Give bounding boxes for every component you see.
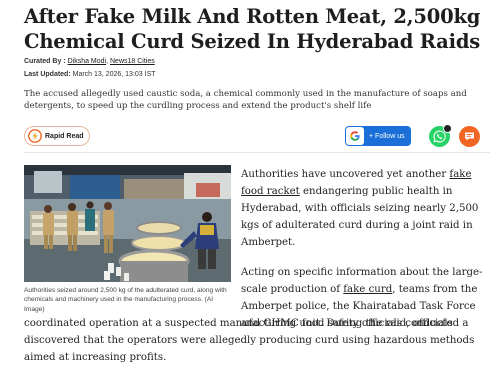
curated-label: Curated By : [24, 58, 66, 65]
google-icon [346, 127, 364, 145]
author-link[interactable]: Diksha Modi [68, 58, 107, 65]
last-updated: Last Updated: March 13, 2026, 13:03 IST [24, 71, 156, 78]
headline-line-2: Chemical Curd Seized In Hyderabad Raids [24, 30, 481, 53]
rapid-read-label: Rapid Read [45, 132, 84, 140]
google-follow-button[interactable]: + Follow us [345, 126, 411, 146]
share-badge-icon [443, 124, 452, 133]
image-caption: Authorities seized around 2,500 kg of th… [24, 287, 227, 313]
byline: Curated By : Diksha Modi, News18 Cities [24, 58, 155, 65]
article-summary: The accused allegedly used caustic soda,… [24, 89, 467, 112]
publisher-link[interactable]: News18 Cities [110, 58, 155, 65]
updated-date: March 13, 2026, 13:03 IST [72, 71, 156, 78]
comments-button[interactable] [459, 126, 480, 147]
comment-icon [465, 132, 474, 141]
divider [24, 152, 490, 153]
article-headline: After Fake Milk And Rotten Meat, 2,500kg… [24, 4, 494, 54]
body-paragraph-2-continued: coordinated operation at a suspected man… [24, 318, 475, 363]
p1-text-start: Authorities have uncovered yet another [241, 169, 450, 180]
author-separator: , [106, 58, 109, 65]
rapid-read-icon [28, 129, 42, 143]
headline-line-1: After Fake Milk And Rotten Meat, 2,500kg [24, 5, 481, 28]
updated-label: Last Updated: [24, 71, 71, 78]
article-image[interactable] [24, 165, 231, 282]
follow-label: + Follow us [369, 132, 405, 140]
body-paragraph-1: Authorities have uncovered yet another f… [241, 166, 491, 251]
fake-curd-link[interactable]: fake curd [343, 284, 392, 295]
rapid-read-button[interactable]: Rapid Read [24, 126, 90, 146]
